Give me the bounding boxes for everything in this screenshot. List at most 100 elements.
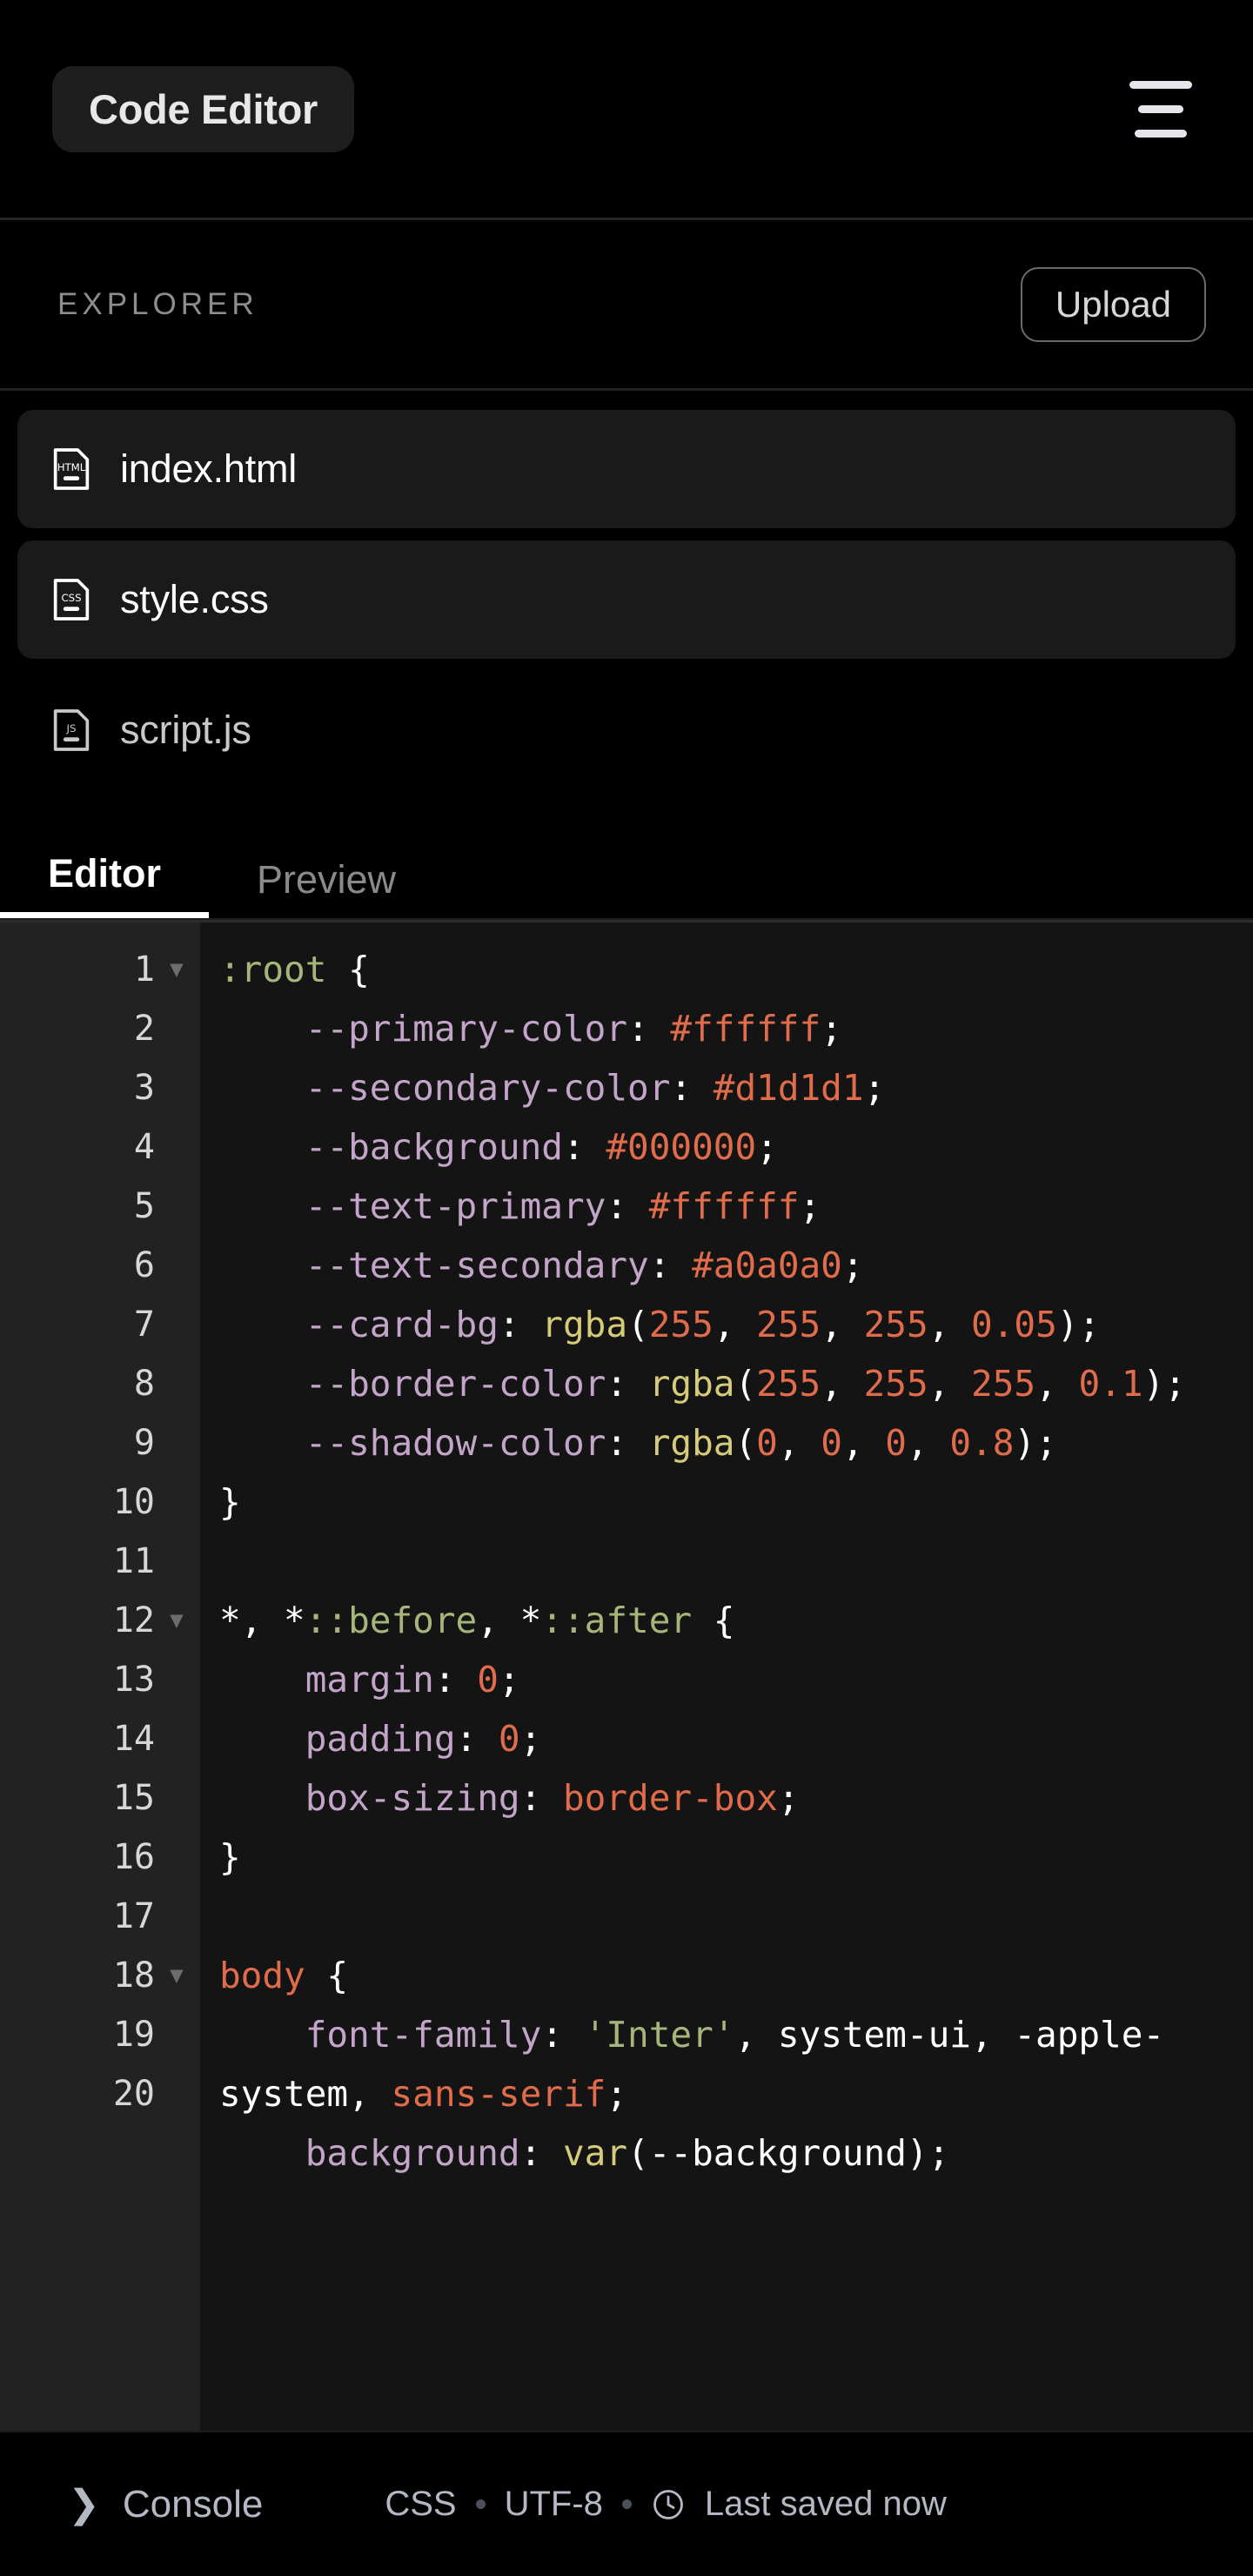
hamburger-icon[interactable] [1121,69,1201,149]
page-title: Code Editor [52,65,355,152]
status-bar: ❯ Console CSS UTF-8 Last saved now [0,2431,1253,2576]
line-number: 16 [112,1837,155,1877]
code-line: body { [219,1955,349,1996]
line-number: 13 [112,1660,155,1700]
line-number-row: 16▼ [0,1828,200,1887]
explorer-label: EXPLORER [57,286,258,321]
hamburger-bar-1 [1129,80,1192,89]
code-line: *, *::before, *::after { [219,1600,735,1641]
clock-icon [651,2487,686,2522]
file-list: HTML index.html CSS style.css JS script.… [0,391,1253,802]
code-line: --primary-color: #ffffff; [305,1008,842,1050]
css-file-icon: CSS [52,577,90,622]
code-line: } [219,1836,241,1878]
status-language[interactable]: CSS [385,2485,456,2524]
line-number-row: 5▼ [0,1177,200,1236]
file-name-label: style.css [120,577,269,621]
file-name-label: script.js [120,708,251,752]
upload-button[interactable]: Upload [1020,266,1206,342]
line-number: 1 [133,949,155,989]
line-number-row: 19▼ [0,2005,200,2064]
html-file-icon: HTML [52,446,90,492]
code-line: background: var(--background); [305,2132,950,2174]
line-number: 17 [112,1896,155,1936]
file-item-script-js[interactable]: JS script.js [17,671,1236,789]
js-file-icon: JS [52,708,90,753]
line-number: 10 [112,1482,155,1522]
status-separator-dot [475,2499,486,2509]
code-line: --text-primary: #ffffff; [305,1185,821,1227]
code-line: } [219,1481,241,1523]
line-number-row: 8▼ [0,1354,200,1413]
line-number-row: 15▼ [0,1768,200,1828]
line-number-row: 17▼ [0,1887,200,1946]
line-number-gutter: 1▼2▼3▼4▼5▼6▼7▼8▼9▼10▼11▼12▼13▼14▼15▼16▼1… [0,922,200,2431]
console-toggle-button[interactable]: ❯ Console [68,2483,263,2526]
svg-text:CSS: CSS [61,592,81,604]
line-number: 19 [112,2015,155,2055]
line-number-row: 12 ▼ [0,1591,200,1650]
file-item-index-html[interactable]: HTML index.html [17,410,1236,528]
code-line: font-family: 'Inter', system-ui, -apple-… [219,2014,1165,2115]
line-number: 7 [133,1305,155,1345]
status-separator-dot [621,2499,632,2509]
line-number: 14 [112,1719,155,1759]
status-encoding[interactable]: UTF-8 [505,2485,603,2524]
status-saved-text: Last saved now [704,2485,947,2523]
line-number-row: 14▼ [0,1709,200,1768]
fold-toggle-icon[interactable]: ▼ [165,1591,188,1650]
line-number: 11 [112,1541,155,1581]
code-line: margin: 0; [305,1659,520,1701]
file-name-label: index.html [120,446,298,491]
code-content[interactable]: :root { --primary-color: #ffffff; --seco… [200,922,1253,2431]
line-number: 4 [133,1127,155,1167]
code-line: --text-secondary: #a0a0a0; [305,1244,864,1286]
explorer-header: EXPLORER Upload [0,220,1253,391]
code-editor-area[interactable]: 1▼2▼3▼4▼5▼6▼7▼8▼9▼10▼11▼12▼13▼14▼15▼16▼1… [0,920,1253,2431]
line-number-row: 3▼ [0,1058,200,1117]
code-line: box-sizing: border-box; [305,1777,800,1819]
line-number: 18 [112,1955,155,1996]
code-editor-app: Code Editor EXPLORER Upload HTML index.h… [0,0,1253,2576]
svg-text:HTML: HTML [57,461,86,473]
status-info: CSS UTF-8 Last saved now [385,2485,947,2524]
line-number-row: 1 ▼ [0,940,200,999]
line-number-row: 9▼ [0,1413,200,1472]
chevron-right-icon: ❯ [68,2482,100,2526]
line-number: 15 [112,1778,155,1818]
tab-editor[interactable]: Editor [0,854,209,918]
line-number-row: 18 ▼ [0,1946,200,2005]
code-line: --border-color: rgba(255, 255, 255, 0.1)… [305,1363,1186,1405]
line-number-row: 2▼ [0,999,200,1058]
line-number: 3 [133,1068,155,1108]
hamburger-bar-3 [1135,129,1187,138]
line-number: 20 [112,2074,155,2114]
console-label: Console [122,2482,264,2526]
code-line: --background: #000000; [305,1126,778,1168]
tab-preview[interactable]: Preview [209,860,444,918]
line-number-row: 10▼ [0,1472,200,1532]
line-number: 5 [133,1186,155,1226]
fold-toggle-icon[interactable]: ▼ [165,940,188,999]
svg-text:JS: JS [66,722,77,735]
line-number-row: 20▼ [0,2064,200,2123]
line-number: 12 [112,1600,155,1640]
line-number-row: 11▼ [0,1532,200,1591]
code-line: padding: 0; [305,1718,542,1760]
line-number-row: 4▼ [0,1117,200,1177]
code-line: :root { [219,949,370,990]
code-line: --secondary-color: #d1d1d1; [305,1067,886,1109]
fold-toggle-icon[interactable]: ▼ [165,1946,188,2005]
code-line: --shadow-color: rgba(0, 0, 0, 0.8); [305,1422,1057,1464]
code-line: --card-bg: rgba(255, 255, 255, 0.05); [305,1304,1101,1345]
editor-tabs: Editor Preview [0,802,1253,920]
hamburger-bar-2 [1138,104,1183,113]
app-header: Code Editor [0,0,1253,220]
line-number: 2 [133,1009,155,1049]
line-number-row: 7▼ [0,1295,200,1354]
line-number: 8 [133,1364,155,1404]
line-number: 6 [133,1245,155,1285]
file-item-style-css[interactable]: CSS style.css [17,540,1236,659]
